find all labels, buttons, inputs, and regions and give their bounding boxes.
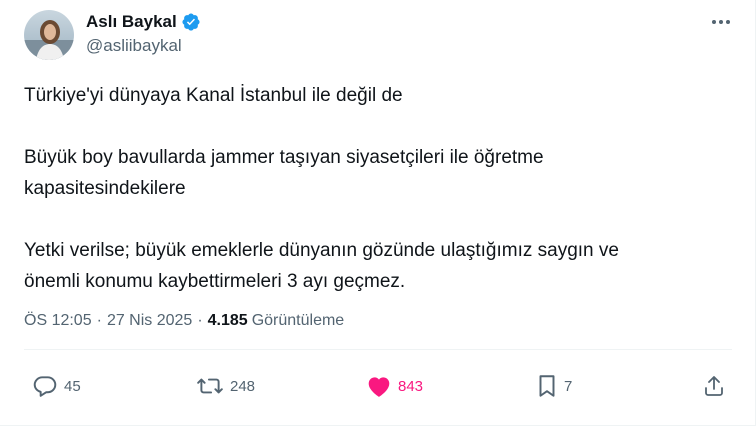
- tweet-line: önemli konumu kaybettirmeleri 3 ayı geçm…: [24, 271, 406, 292]
- author-handle[interactable]: @asliibaykal: [86, 36, 182, 56]
- divider: [24, 349, 732, 350]
- share-icon: [705, 376, 723, 396]
- bookmark-count: 7: [564, 377, 573, 395]
- tweet-line: kapasitesindekilere: [24, 178, 186, 199]
- reply-count: 45: [64, 377, 81, 395]
- author-name-row: Aslı Baykal: [86, 12, 201, 32]
- reply-icon: [33, 376, 57, 397]
- verified-badge-icon: [181, 12, 201, 32]
- share-button[interactable]: [702, 372, 726, 400]
- author-display-name[interactable]: Aslı Baykal: [86, 12, 177, 32]
- repost-count: 248: [230, 377, 256, 395]
- like-button[interactable]: 843: [366, 372, 423, 400]
- heart-filled-icon: [368, 377, 390, 397]
- reply-button[interactable]: 45: [32, 372, 81, 400]
- meta-separator: ·: [96, 312, 102, 329]
- tweet-line: Türkiye'yi dünyaya Kanal İstanbul ile de…: [24, 85, 403, 106]
- tweet-text: Türkiye'yi dünyaya Kanal İstanbul ile de…: [24, 80, 724, 297]
- avatar[interactable]: [24, 10, 74, 60]
- more-options-button[interactable]: [708, 12, 734, 32]
- tweet-line: Büyük boy bavullarda jammer taşıyan siya…: [24, 147, 544, 168]
- views-count: 4.185: [207, 312, 248, 329]
- meta-separator: ·: [197, 312, 203, 329]
- tweet-date[interactable]: 27 Nis 2025: [107, 312, 192, 330]
- like-count: 843: [398, 377, 424, 395]
- tweet-line: Yetki verilse; büyük emeklerle dünyanın …: [24, 240, 619, 261]
- more-horizontal-icon: [712, 20, 730, 24]
- bookmark-icon: [539, 375, 555, 397]
- tweet-card: Aslı Baykal @asliibaykal Türkiye'yi düny…: [0, 0, 756, 426]
- tweet-time[interactable]: ÖS 12:05: [24, 312, 92, 330]
- views-label: Görüntüleme: [251, 312, 345, 329]
- tweet-meta: ÖS 12:05 · 27 Nis 2025 · 4.185 Görüntüle…: [24, 312, 344, 330]
- repost-icon: [197, 378, 223, 394]
- bookmark-button[interactable]: 7: [536, 372, 572, 400]
- repost-button[interactable]: 248: [196, 372, 255, 400]
